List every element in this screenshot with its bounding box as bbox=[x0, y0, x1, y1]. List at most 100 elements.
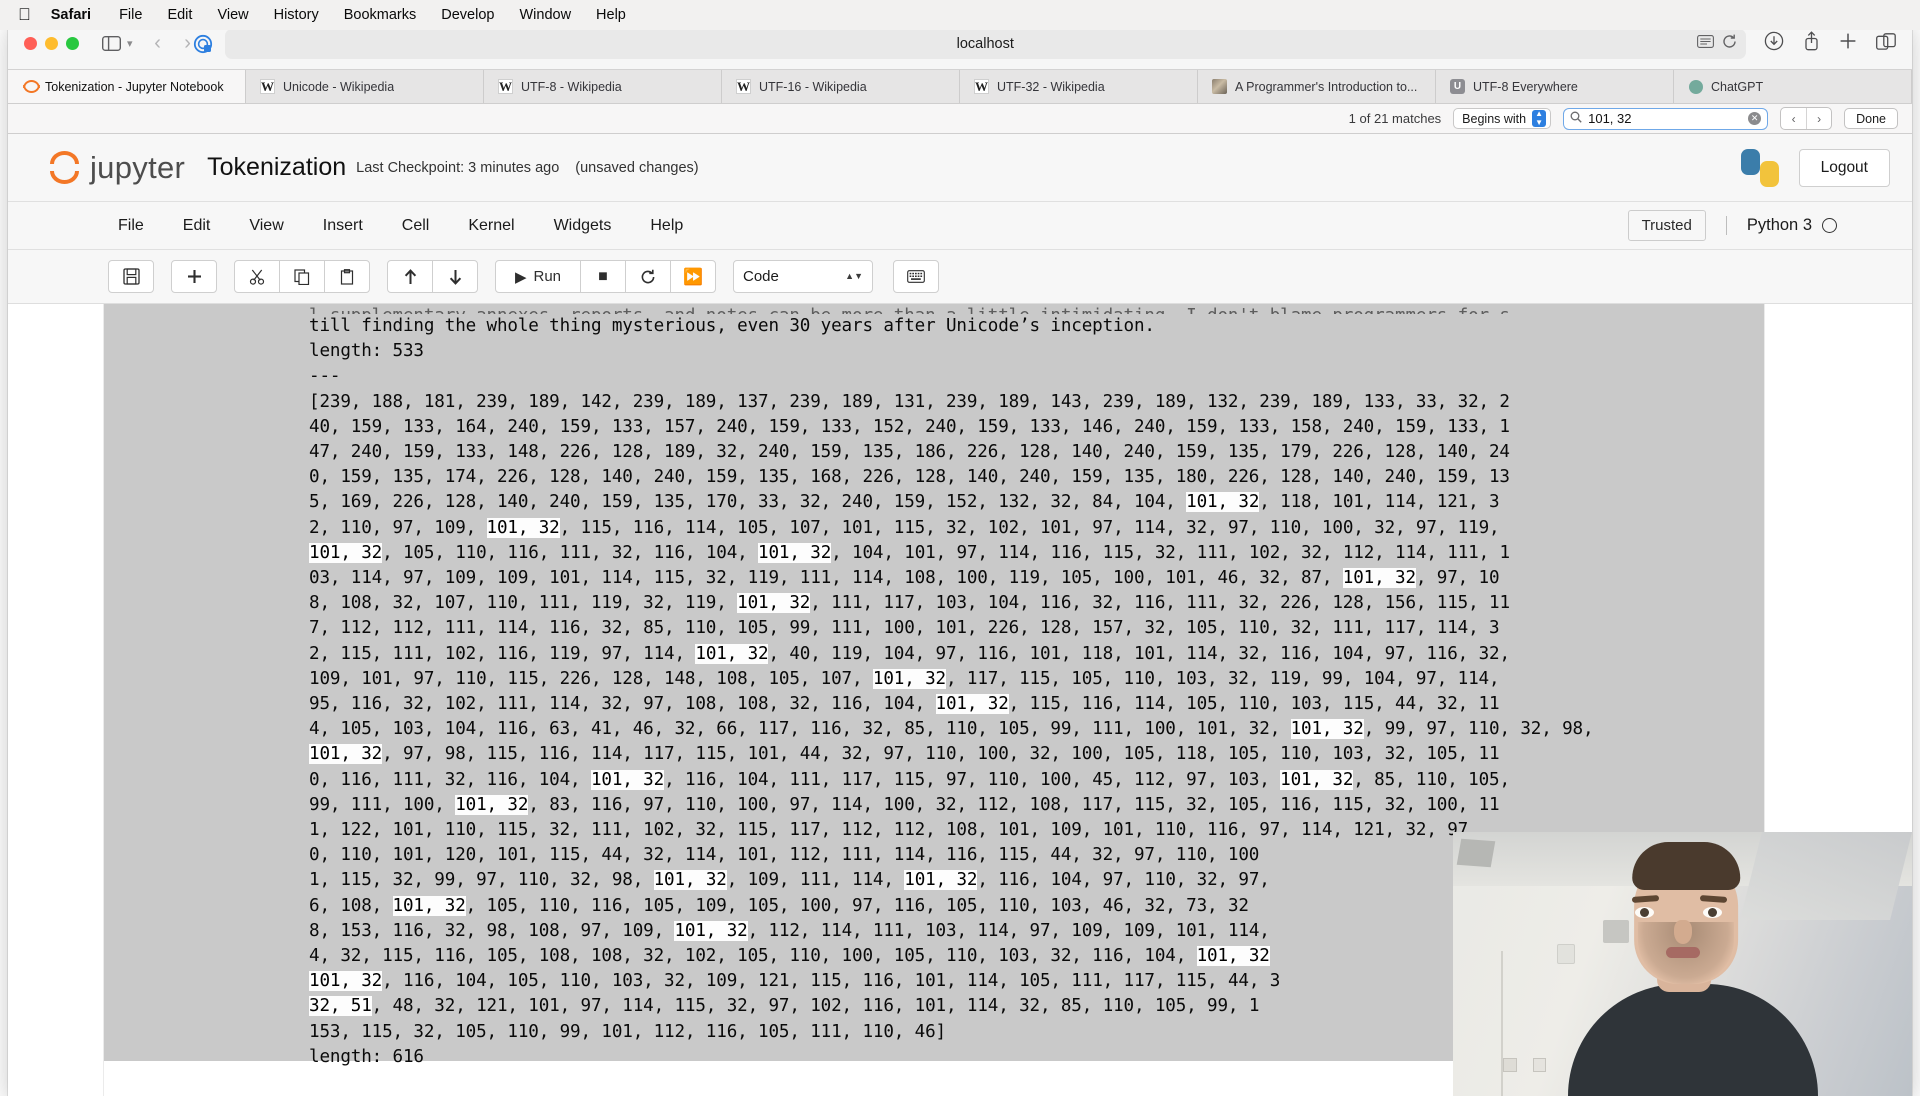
add-cell-button[interactable] bbox=[171, 260, 217, 293]
maximize-window-button[interactable] bbox=[66, 37, 79, 50]
back-arrow-icon[interactable]: ‹ bbox=[143, 32, 173, 55]
jupyter-menu-insert[interactable]: Insert bbox=[323, 217, 363, 235]
os-menu-bar:  Safari File Edit View History Bookmark… bbox=[0, 0, 1920, 30]
tab-tokenization-jupyter-notebook[interactable]: Tokenization - Jupyter Notebook bbox=[8, 70, 246, 103]
search-match-highlight: 101, 32 bbox=[674, 920, 748, 941]
find-match-count: 1 of 21 matches bbox=[1348, 111, 1442, 126]
menu-item-file[interactable]: File bbox=[119, 7, 142, 23]
sidebar-toggle-icon[interactable] bbox=[97, 31, 125, 57]
interrupt-kernel-button[interactable]: ■ bbox=[580, 260, 626, 293]
search-icon bbox=[1570, 111, 1582, 126]
tab-label: ChatGPT bbox=[1711, 79, 1764, 94]
search-match-highlight: 101, 32 bbox=[904, 870, 978, 891]
copy-cell-button[interactable] bbox=[279, 260, 325, 293]
notebook-title[interactable]: Tokenization bbox=[207, 153, 346, 182]
jupyter-menu-help[interactable]: Help bbox=[650, 217, 683, 235]
menu-item-develop[interactable]: Develop bbox=[441, 7, 494, 23]
article-favicon-icon bbox=[1212, 79, 1227, 94]
tab-unicode-wikipedia[interactable]: W Unicode - Wikipedia bbox=[246, 70, 484, 103]
find-mode-dropdown[interactable]: Begins with ▲ ▼ bbox=[1453, 108, 1552, 129]
cell-type-select[interactable]: Code ▲▼ bbox=[733, 260, 873, 293]
menu-item-help[interactable]: Help bbox=[596, 7, 626, 23]
find-navigation-group[interactable]: ‹ › bbox=[1780, 107, 1833, 130]
find-mode-label: Begins with bbox=[1462, 111, 1527, 126]
tab-utf-32-wikipedia[interactable]: W UTF-32 - Wikipedia bbox=[960, 70, 1198, 103]
notebook-canvas[interactable]: l supplementary annexes, reports, and no… bbox=[8, 304, 1912, 1096]
tab-utf-8-everywhere[interactable]: U UTF-8 Everywhere bbox=[1436, 70, 1674, 103]
run-cell-button[interactable]: ▶ Run bbox=[495, 260, 581, 293]
stepper-up-down-icon[interactable]: ▲ ▼ bbox=[1532, 110, 1547, 127]
tab-label: UTF-16 - Wikipedia bbox=[759, 79, 867, 94]
search-match-highlight: 101, 32 bbox=[486, 517, 560, 538]
tab-label: UTF-8 Everywhere bbox=[1473, 79, 1578, 94]
search-match-highlight: 101, 32 bbox=[455, 794, 529, 815]
tab-utf-16-wikipedia[interactable]: W UTF-16 - Wikipedia bbox=[722, 70, 960, 103]
menu-item-window[interactable]: Window bbox=[519, 7, 571, 23]
new-tab-icon[interactable] bbox=[1839, 32, 1857, 55]
close-window-button[interactable] bbox=[24, 37, 37, 50]
download-icon[interactable] bbox=[1764, 31, 1784, 56]
chevron-down-icon[interactable]: ▾ bbox=[127, 37, 133, 50]
find-query-value: 101, 32 bbox=[1588, 111, 1632, 126]
search-match-highlight: 101, 32 bbox=[1186, 492, 1260, 513]
kernel-indicator[interactable]: Python 3 bbox=[1725, 216, 1837, 235]
logout-button[interactable]: Logout bbox=[1798, 148, 1890, 187]
search-match-highlight: 101, 32 bbox=[309, 971, 383, 992]
previous-match-icon[interactable]: ‹ bbox=[1781, 108, 1806, 129]
menu-item-view[interactable]: View bbox=[217, 7, 248, 23]
command-palette-button[interactable] bbox=[893, 260, 939, 293]
reader-view-icon[interactable] bbox=[1697, 35, 1714, 52]
window-controls[interactable] bbox=[24, 37, 79, 50]
cut-cell-button[interactable] bbox=[234, 260, 280, 293]
wikipedia-favicon-icon: W bbox=[498, 79, 513, 94]
wikipedia-favicon-icon: W bbox=[974, 79, 989, 94]
toolbar-right-actions bbox=[1758, 31, 1896, 56]
kernel-idle-circle-icon bbox=[1822, 218, 1837, 233]
utf8everywhere-favicon-icon: U bbox=[1450, 79, 1465, 94]
menu-item-history[interactable]: History bbox=[274, 7, 319, 23]
restart-and-run-all-button[interactable]: ⏩ bbox=[670, 260, 716, 293]
move-cell-up-button[interactable] bbox=[387, 260, 433, 293]
jupyter-menu-edit[interactable]: Edit bbox=[183, 217, 211, 235]
tab-chatgpt[interactable]: ChatGPT bbox=[1674, 70, 1912, 103]
jupyter-toolbar: ▶ Run ■ ⏩ Code ▲▼ bbox=[8, 250, 1912, 304]
minimize-window-button[interactable] bbox=[45, 37, 58, 50]
select-caret-icon: ▲▼ bbox=[845, 271, 863, 281]
tab-label: Unicode - Wikipedia bbox=[283, 79, 395, 94]
search-match-highlight: 101, 32 bbox=[737, 593, 811, 614]
paste-cell-button[interactable] bbox=[324, 260, 370, 293]
apple-icon[interactable]:  bbox=[18, 6, 31, 23]
next-match-icon[interactable]: › bbox=[1806, 108, 1831, 129]
privacy-shield-icon[interactable] bbox=[193, 34, 213, 54]
search-match-highlight: 101, 32 bbox=[309, 542, 383, 563]
move-cell-down-button[interactable] bbox=[432, 260, 478, 293]
jupyter-logo[interactable]: jupyter bbox=[48, 150, 185, 186]
stop-icon: ■ bbox=[598, 267, 608, 285]
jupyter-menu-file[interactable]: File bbox=[118, 217, 144, 235]
address-bar[interactable]: localhost bbox=[193, 28, 1746, 59]
jupyter-logo-text: jupyter bbox=[90, 149, 186, 185]
search-match-highlight: 32, 51 bbox=[309, 996, 372, 1017]
trusted-badge[interactable]: Trusted bbox=[1627, 210, 1706, 241]
clear-icon[interactable]: ✕ bbox=[1748, 112, 1762, 125]
menu-item-safari[interactable]: Safari bbox=[51, 7, 91, 23]
find-input[interactable]: 101, 32 ✕ bbox=[1563, 107, 1769, 130]
jupyter-menu-widgets[interactable]: Widgets bbox=[554, 217, 612, 235]
jupyter-logo-icon bbox=[48, 151, 81, 184]
jupyter-menu-kernel[interactable]: Kernel bbox=[468, 217, 514, 235]
restart-kernel-button[interactable] bbox=[625, 260, 671, 293]
jupyter-menu-view[interactable]: View bbox=[249, 217, 283, 235]
jupyter-menu-cell[interactable]: Cell bbox=[402, 217, 430, 235]
save-button[interactable] bbox=[108, 260, 154, 293]
tab-overview-icon[interactable] bbox=[1876, 32, 1896, 55]
tab-label: Tokenization - Jupyter Notebook bbox=[45, 79, 224, 94]
tab-utf-8-wikipedia[interactable]: W UTF-8 - Wikipedia bbox=[484, 70, 722, 103]
search-match-highlight: 101, 32 bbox=[590, 769, 665, 790]
reload-icon[interactable] bbox=[1722, 34, 1737, 53]
menu-item-bookmarks[interactable]: Bookmarks bbox=[344, 7, 417, 23]
share-icon[interactable] bbox=[1803, 31, 1820, 56]
menu-item-edit[interactable]: Edit bbox=[167, 7, 192, 23]
tab-programmers-introduction[interactable]: A Programmer's Introduction to... bbox=[1198, 70, 1436, 103]
find-done-button[interactable]: Done bbox=[1844, 108, 1898, 129]
find-bar: 1 of 21 matches Begins with ▲ ▼ 101, 32 ✕… bbox=[8, 104, 1912, 134]
